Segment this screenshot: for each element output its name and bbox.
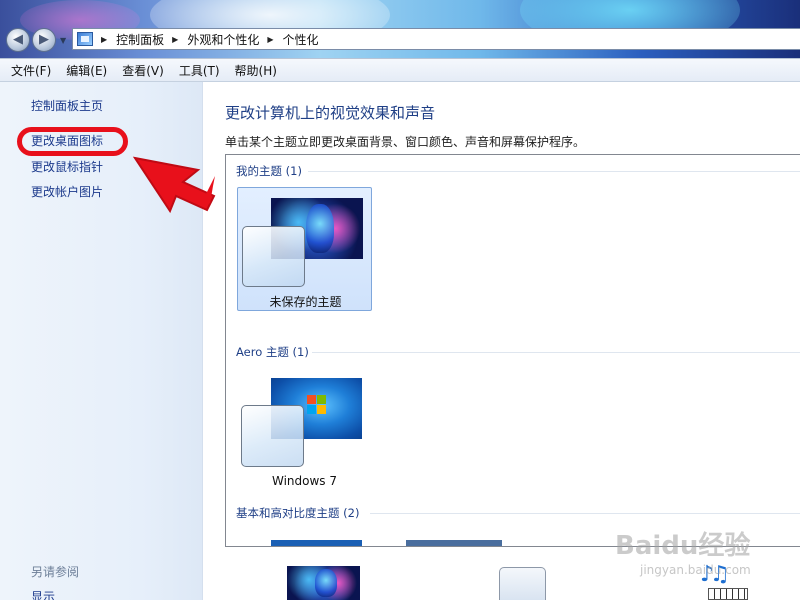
sidebar: 控制面板主页 更改桌面图标 更改鼠标指针 更改帐户图片 另请参阅 显示 <box>0 82 203 600</box>
lion-artwork <box>305 204 334 253</box>
theme-tile-unsaved[interactable]: 未保存的主题 <box>237 187 372 311</box>
menu-bar: 文件(F) 编辑(E) 查看(V) 工具(T) 帮助(H) <box>0 58 800 82</box>
windows-logo-icon <box>307 395 327 415</box>
sidebar-link-change-account-picture[interactable]: 更改帐户图片 <box>31 183 103 200</box>
breadcrumb-separator-icon[interactable]: ▶ <box>101 35 107 44</box>
group-header-basic-themes: 基本和高对比度主题 (2) <box>236 506 360 520</box>
sidebar-link-change-mouse-pointers[interactable]: 更改鼠标指针 <box>31 158 103 175</box>
theme-label: 未保存的主题 <box>269 295 342 309</box>
sidebar-link-home[interactable]: 控制面板主页 <box>31 97 103 114</box>
theme-tile-basic-thumbnail[interactable] <box>271 540 362 546</box>
menu-edit[interactable]: 编辑(E) <box>66 62 107 79</box>
group-divider <box>312 352 800 353</box>
window-color-swatch <box>242 226 305 287</box>
group-header-my-themes: 我的主题 (1) <box>236 164 302 178</box>
menu-help[interactable]: 帮助(H) <box>235 62 277 79</box>
breadcrumb-separator-icon[interactable]: ▶ <box>267 35 273 44</box>
menu-file[interactable]: 文件(F) <box>11 62 51 79</box>
theme-label: Windows 7 <box>271 474 337 488</box>
theme-tile-classic-thumbnail[interactable] <box>406 540 502 546</box>
watermark-url: jingyan.baidu.com <box>640 563 751 577</box>
watermark-logo: Baidu经验 <box>615 531 751 561</box>
forward-button[interactable]: ▶ <box>32 28 56 52</box>
sidebar-link-display[interactable]: 显示 <box>31 588 55 600</box>
page-title: 更改计算机上的视觉效果和声音 <box>225 104 436 122</box>
desktop-background-preview[interactable] <box>287 566 360 600</box>
highlight-ring-annotation <box>17 127 128 156</box>
page-description: 单击某个主题立即更改桌面背景、窗口颜色、声音和屏幕保护程序。 <box>225 135 586 149</box>
breadcrumb-personalization[interactable]: 个性化 <box>283 31 319 48</box>
window-color-preview[interactable] <box>499 567 546 600</box>
history-dropdown-icon[interactable]: ▼ <box>60 36 66 45</box>
menu-tools[interactable]: 工具(T) <box>179 62 220 79</box>
piano-keys-icon <box>708 588 748 600</box>
window-title-bar: ◀ ▶ ▼ ▶ 控制面板 ▶ 外观和个性化 ▶ 个性化 <box>0 0 800 58</box>
window-color-swatch[interactable] <box>241 405 304 467</box>
breadcrumb-appearance[interactable]: 外观和个性化 <box>187 31 259 48</box>
breadcrumb-control-panel[interactable]: 控制面板 <box>116 31 164 48</box>
control-panel-icon <box>77 32 93 46</box>
group-divider <box>370 513 800 514</box>
address-bar[interactable]: ▶ 控制面板 ▶ 外观和个性化 ▶ 个性化 <box>72 28 800 50</box>
group-header-aero-themes: Aero 主题 (1) <box>236 345 309 359</box>
back-button[interactable]: ◀ <box>6 28 30 52</box>
lion-artwork <box>314 569 337 597</box>
group-divider <box>308 171 800 172</box>
see-also-heading: 另请参阅 <box>31 565 80 579</box>
breadcrumb-separator-icon[interactable]: ▶ <box>172 35 178 44</box>
theme-list[interactable]: 我的主题 (1) 未保存的主题 Aero 主题 (1) Windows 7 基本… <box>225 154 800 547</box>
menu-view[interactable]: 查看(V) <box>122 62 164 79</box>
